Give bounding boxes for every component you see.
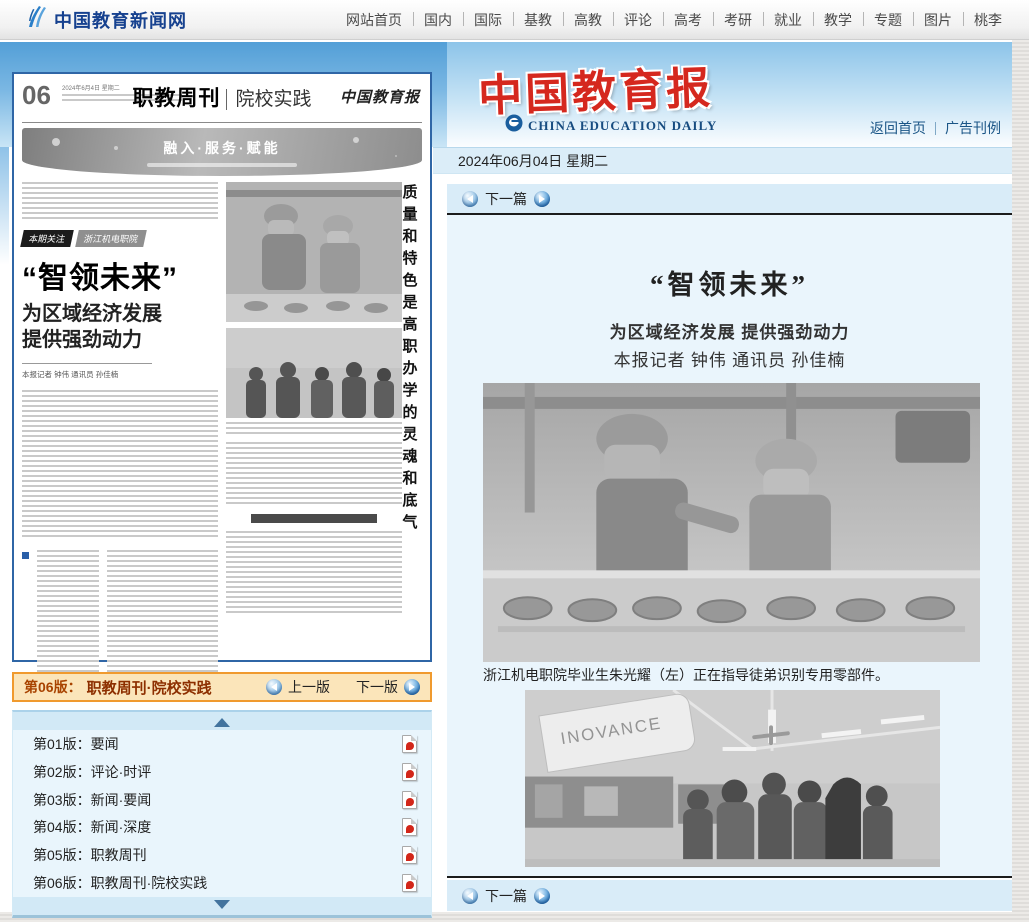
banner-subtitle-lines: [147, 163, 297, 167]
nav-home[interactable]: 网站首页: [335, 10, 413, 30]
page-list-scroll-down[interactable]: [13, 897, 431, 915]
article-area: “智领未来” 为区域经济发展 提供强劲动力 本报记者 钟伟 通讯员 孙佳楠: [447, 213, 1012, 878]
pdf-icon[interactable]: [402, 791, 417, 809]
top-nav-links: 网站首页 国内 国际 基教 高教 评论 高考 考研 就业 教学 专题 图片 桃李: [335, 10, 1013, 30]
top-navigation-bar: 中国教育新闻网 网站首页 国内 国际 基教 高教 评论 高考 考研 就业 教学 …: [0, 0, 1029, 40]
site-logo-text: 中国教育新闻网: [54, 7, 187, 33]
link-separator: [935, 122, 936, 135]
prev-article-icon[interactable]: [462, 888, 478, 904]
page-list-item[interactable]: 第04版：新闻·深度: [13, 813, 431, 841]
ad-rates-link[interactable]: 广告刊例: [945, 118, 1001, 138]
page-list-item[interactable]: 第03版：新闻·要闻: [13, 786, 431, 814]
paper-photo-group: [226, 328, 402, 418]
nav-basic-edu[interactable]: 基教: [513, 10, 563, 30]
pdf-icon[interactable]: [402, 846, 417, 864]
nav-teaching[interactable]: 教学: [813, 10, 863, 30]
page-list: 第01版：要闻 第02版：评论·时评 第03版：新闻·要闻 第04版：新闻·深度…: [12, 710, 432, 918]
back-home-link[interactable]: 返回首页: [870, 118, 926, 138]
banner-title: 融入·服务·赋能: [163, 138, 280, 158]
article-photo-workshop: INOVANCE: [525, 690, 940, 867]
nav-domestic[interactable]: 国内: [413, 10, 463, 30]
site-body: 中国教育报 CHINA EDUCATION DAILY 返回首页 广告刊例 20…: [0, 0, 1012, 912]
page-list-item[interactable]: 第06版：职教周刊·院校实践: [13, 869, 431, 897]
focus-tag: 本期关注: [20, 230, 74, 247]
article-photo-workers: [483, 383, 980, 662]
site-logo[interactable]: 中国教育新闻网: [26, 5, 187, 34]
article-byline: 本报记者 钟伟 通讯员 孙佳楠: [447, 346, 1012, 371]
next-article-bar-bottom: 下一篇: [447, 880, 1012, 911]
site-logo-icon: [26, 5, 48, 34]
paper-vertical-headline: 质量和特色是高职办学的灵魂和底气: [399, 184, 420, 604]
up-arrow-icon: [214, 710, 230, 727]
photo-caption: 浙江机电职院毕业生朱光耀（左）正在指导徒弟识别专用零部件。: [483, 665, 889, 685]
divider: [22, 363, 152, 364]
next-article-label[interactable]: 下一篇: [485, 886, 527, 906]
page-list-item[interactable]: 第05版：职教周刊: [13, 841, 431, 869]
page-list-item[interactable]: 第02版：评论·时评: [13, 758, 431, 786]
prev-article-icon[interactable]: [462, 191, 478, 207]
pdf-icon[interactable]: [402, 763, 417, 781]
nav-gaokao[interactable]: 高考: [663, 10, 713, 30]
nav-special[interactable]: 专题: [863, 10, 913, 30]
nav-photos[interactable]: 图片: [913, 10, 963, 30]
school-tag: 浙江机电职院: [75, 230, 147, 247]
text-lines: [226, 442, 402, 506]
header-band-left-strip: [0, 147, 9, 265]
date-bar: 2024年06月04日 星期二: [433, 147, 1012, 174]
paper-headline-sub: 为区域经济发展 提供强劲动力: [22, 301, 218, 353]
pdf-icon[interactable]: [402, 874, 417, 892]
divider: [22, 122, 422, 123]
nav-higher-edu[interactable]: 高教: [563, 10, 613, 30]
nav-comment[interactable]: 评论: [613, 10, 663, 30]
sub-headline-bar: [251, 514, 378, 523]
down-arrow-icon: [214, 900, 230, 917]
current-page-name: 职教周刊·院校实践: [87, 677, 212, 698]
photo-caption-lines: [226, 422, 402, 434]
text-lines: [107, 550, 218, 678]
next-article-icon[interactable]: [534, 191, 550, 207]
text-lines: [22, 390, 218, 538]
next-article-bar-top: 下一篇: [447, 184, 1012, 213]
paper-byline: 本报记者 钟伟 通讯员 孙佳楠: [22, 369, 218, 380]
pdf-icon[interactable]: [402, 818, 417, 836]
pdf-icon[interactable]: [402, 735, 417, 753]
nav-international[interactable]: 国际: [463, 10, 513, 30]
text-lines: [226, 531, 402, 615]
text-lines: [22, 182, 218, 222]
paper-section-title: 职教周刊: [132, 87, 220, 110]
article-subtitle: 为区域经济发展 提供强劲动力: [447, 318, 1012, 343]
nav-jobs[interactable]: 就业: [763, 10, 813, 30]
paper-script-logo: 中国教育报: [340, 86, 420, 107]
current-page-bar: 第06版： 职教周刊·院校实践 上一版 下一版: [12, 672, 432, 702]
prev-page-icon[interactable]: [266, 679, 282, 695]
page-background: 中国教育报 CHINA EDUCATION DAILY 返回首页 广告刊例 20…: [0, 0, 1029, 922]
prev-page-link[interactable]: 上一版: [288, 677, 330, 697]
paper-headline: “智领未来”: [22, 253, 218, 297]
paper-logo-icon: [505, 114, 523, 137]
next-page-link[interactable]: 下一版: [356, 677, 398, 697]
nav-taoli[interactable]: 桃李: [963, 10, 1013, 30]
bullet-square-icon: [22, 552, 29, 559]
paper-logo-en: CHINA EDUCATION DAILY: [528, 118, 717, 134]
text-lines: [37, 550, 99, 678]
next-page-icon[interactable]: [404, 679, 420, 695]
current-page-number: 第06版：: [24, 677, 82, 697]
header-links: 返回首页 广告刊例: [870, 118, 1001, 138]
newspaper-page-preview[interactable]: 06 2024年6月4日 星期二 职教周刊院校实践 中国教育报 融入·服务·赋能: [12, 72, 432, 662]
nav-kaoyan[interactable]: 考研: [713, 10, 763, 30]
page-list-scroll-up[interactable]: [13, 712, 431, 730]
next-article-label[interactable]: 下一篇: [485, 189, 527, 209]
paper-photo-workers: [226, 182, 402, 322]
paper-banner: 融入·服务·赋能: [22, 128, 422, 176]
next-article-icon[interactable]: [534, 888, 550, 904]
article-title: “智领未来”: [447, 263, 1012, 302]
paper-subsection-title: 院校实践: [226, 89, 311, 110]
page-list-item[interactable]: 第01版：要闻: [13, 730, 431, 758]
